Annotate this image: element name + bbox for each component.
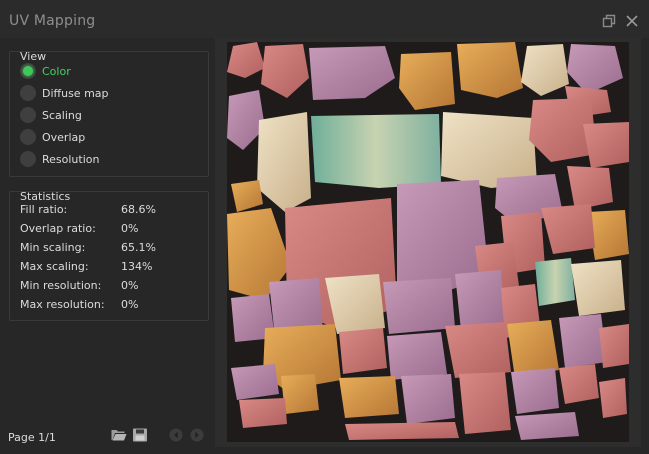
radio-button[interactable] [20, 107, 36, 123]
statistics-group: Statistics Fill ratio: 68.6% Overlap rat… [9, 190, 210, 321]
save-icon[interactable] [131, 426, 149, 444]
view-option-label: Color [42, 65, 71, 78]
view-group: View Color Diffuse map Scaling Overlap R… [9, 50, 209, 177]
stat-value: 0% [121, 298, 139, 311]
radio-button[interactable] [20, 85, 36, 101]
title-bar: UV Mapping [0, 0, 649, 38]
stat-name: Min scaling: [20, 241, 86, 254]
view-option-overlap[interactable]: Overlap [20, 128, 195, 148]
stat-name: Max scaling: [20, 260, 89, 273]
restore-icon[interactable] [602, 14, 616, 28]
stat-name: Fill ratio: [20, 203, 68, 216]
statistics-group-title: Statistics [20, 190, 71, 203]
stat-row-min-resolution: Min resolution: 0% [20, 279, 210, 297]
view-option-label: Overlap [42, 131, 86, 144]
footer-bar: Page 1/1 [0, 420, 215, 450]
window-title: UV Mapping [9, 13, 96, 29]
stat-row-max-scaling: Max scaling: 134% [20, 260, 210, 278]
view-option-scaling[interactable]: Scaling [20, 106, 195, 126]
close-icon[interactable] [625, 14, 639, 28]
view-option-diffuse-map[interactable]: Diffuse map [20, 84, 195, 104]
uv-preview-viewport[interactable] [215, 38, 641, 447]
view-option-label: Scaling [42, 109, 82, 122]
left-panel: View Color Diffuse map Scaling Overlap R… [0, 38, 215, 454]
stat-row-overlap-ratio: Overlap ratio: 0% [20, 222, 210, 240]
view-option-resolution[interactable]: Resolution [20, 150, 195, 170]
radio-button-selected[interactable] [20, 63, 36, 79]
open-folder-icon[interactable] [110, 426, 128, 444]
radio-button[interactable] [20, 129, 36, 145]
stat-value: 134% [121, 260, 153, 273]
stat-value: 65.1% [121, 241, 156, 254]
view-option-label: Resolution [42, 153, 100, 166]
uv-texture-atlas-image [215, 38, 641, 447]
stat-value: 68.6% [121, 203, 156, 216]
radio-button[interactable] [20, 151, 36, 167]
stat-value: 0% [121, 279, 139, 292]
view-option-color[interactable]: Color [20, 62, 195, 82]
stat-name: Overlap ratio: [20, 222, 96, 235]
previous-page-icon[interactable] [167, 426, 185, 444]
view-option-label: Diffuse map [42, 87, 109, 100]
page-indicator: Page 1/1 [8, 431, 56, 444]
stat-value: 0% [121, 222, 139, 235]
next-page-icon[interactable] [188, 426, 206, 444]
stat-name: Max resolution: [20, 298, 105, 311]
stat-row-fill-ratio: Fill ratio: 68.6% [20, 203, 210, 221]
stat-row-max-resolution: Max resolution: 0% [20, 298, 210, 316]
stat-row-min-scaling: Min scaling: 65.1% [20, 241, 210, 259]
stat-name: Min resolution: [20, 279, 102, 292]
